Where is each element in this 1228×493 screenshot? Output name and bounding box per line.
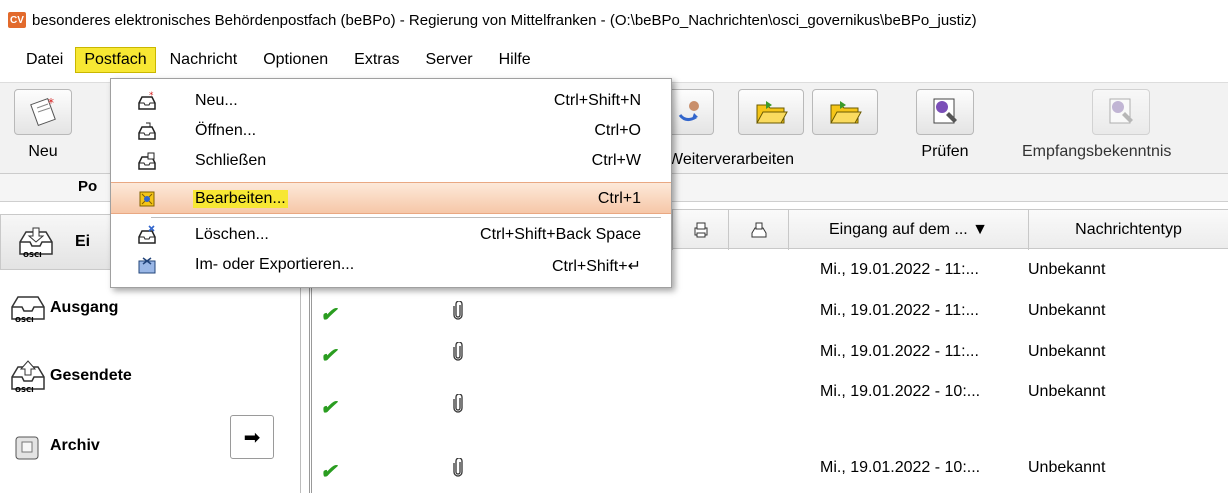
row-type: Unbekannt [1028,383,1106,400]
sidebar-item-label: Ei [75,233,91,250]
folder-open-button-1[interactable] [738,89,804,135]
menu-item-shortcut: Ctrl+Shift+N [553,92,641,109]
row-date: Mi., 19.01.2022 - 10:... [820,459,981,476]
menu-nachricht[interactable]: Nachricht [158,47,250,73]
svg-text:OSCI: OSCI [23,251,42,259]
check-icon: ✔ [320,397,337,419]
app-logo-icon: CV [8,12,26,28]
folder-open-icon [812,89,878,135]
edit-mailbox-icon [137,189,159,209]
row-type: Unbekannt [1028,261,1106,278]
postfach-dropdown-menu: * Neu... Ctrl+Shift+N Öffnen... Ctrl+O S… [110,78,672,288]
sidebar-item-label: Archiv [50,437,100,454]
menu-item-shortcut: Ctrl+1 [597,190,641,207]
verify-seal-icon [916,89,974,135]
delete-mailbox-icon [137,225,159,245]
menu-item-shortcut: Ctrl+Shift+↵ [552,258,641,275]
menu-postfach[interactable]: Postfach [75,47,156,73]
acknowledgement-icon [1092,89,1150,135]
sidebar-item-archiv[interactable]: Archiv [8,424,100,468]
title-bar: CV besonderes elektronisches Behördenpos… [0,0,1228,40]
column-nachrichtentyp[interactable]: Nachrichtentyp [1028,210,1228,250]
menu-extras[interactable]: Extras [342,47,411,73]
move-to-archive-button[interactable]: ➡ [230,415,274,459]
folder-open-icon [738,89,804,135]
attachment-icon [452,393,464,419]
menu-hilfe[interactable]: Hilfe [487,47,543,73]
pruefen-button[interactable]: Prüfen [916,89,974,161]
row-date: Mi., 19.01.2022 - 11:... [820,302,979,319]
sidebar-item-gesendete[interactable]: OSCI Gesendete [8,354,132,398]
open-mailbox-icon [137,121,159,141]
empfangsbekenntnis-label: Empfangsbekenntnis [1022,143,1172,160]
forward-button[interactable] [668,89,714,135]
menu-item-label: Im- oder Exportieren... [195,256,355,273]
menu-server[interactable]: Server [413,47,484,73]
arrow-right-icon: ➡ [243,426,261,449]
folder-open-button-2[interactable] [812,89,878,135]
menu-item-schliessen[interactable]: Schließen Ctrl+W [111,147,671,175]
menu-item-bearbeiten[interactable]: Bearbeiten... Ctrl+1 [111,182,671,214]
tab-postfach[interactable]: Po [78,178,97,195]
menu-item-import-export[interactable]: Im- oder Exportieren... Ctrl+Shift+↵ [111,251,671,279]
svg-text:*: * [149,91,154,101]
new-mailbox-icon: * [137,91,159,111]
menu-bar: Datei Postfach Nachricht Optionen Extras… [0,43,1228,77]
check-icon: ✔ [320,304,337,326]
menu-item-label: Löschen... [195,226,269,243]
row-type: Unbekannt [1028,302,1106,319]
menu-datei[interactable]: Datei [14,47,75,73]
row-type: Unbekannt [1028,459,1106,476]
app-window: CV besonderes elektronisches Behördenpos… [0,0,1228,493]
svg-text:OSCI: OSCI [15,386,34,394]
table-row[interactable]: ✔ Mi., 19.01.2022 - 11:... Unbekannt [312,292,1228,332]
weiterverarbeiten-label[interactable]: Weiterverarbeiten [668,151,794,169]
menu-item-neu[interactable]: * Neu... Ctrl+Shift+N [111,87,671,115]
sidebar-item-label: Gesendete [50,367,132,384]
menu-item-oeffnen[interactable]: Öffnen... Ctrl+O [111,117,671,145]
menu-item-label: Öffnen... [195,122,257,139]
table-row[interactable]: ✔ Mi., 19.01.2022 - 10:... Unbekannt [312,449,1228,489]
menu-item-label: Neu... [195,92,238,109]
sidebar-item-ausgang[interactable]: OSCI Ausgang [8,286,118,330]
empfangsbekenntnis-button[interactable]: Empfangsbekenntnis [1022,89,1171,161]
close-mailbox-icon [137,151,159,171]
menu-optionen[interactable]: Optionen [251,47,340,73]
row-date: Mi., 19.01.2022 - 10:... [820,383,981,400]
check-icon: ✔ [320,461,337,483]
new-button[interactable]: * Neu [14,89,72,161]
menu-item-shortcut: Ctrl+O [594,122,641,139]
printer-icon[interactable] [672,210,728,250]
forward-person-icon [668,89,714,135]
check-icon: ✔ [320,345,337,367]
menu-item-shortcut: Ctrl+W [591,152,641,169]
column-nachrichtentyp-label: Nachrichtentyp [1075,221,1182,238]
column-eingang[interactable]: Eingang auf dem ... ▼ [788,210,1028,250]
sidebar-item-label: Ausgang [50,299,119,316]
row-type: Unbekannt [1028,343,1106,360]
menu-item-shortcut: Ctrl+Shift+Back Space [480,226,641,243]
row-date: Mi., 19.01.2022 - 11:... [820,261,979,278]
row-date: Mi., 19.01.2022 - 11:... [820,343,979,360]
inbox-icon: OSCI [9,220,63,264]
table-row[interactable]: ✔ Mi., 19.01.2022 - 11:... Unbekannt [312,333,1228,373]
table-row[interactable]: ✔ Mi., 19.01.2022 - 10:... Unbekannt [312,383,1228,425]
attachment-icon [452,457,464,483]
attachment-icon [452,300,464,326]
menu-item-loeschen[interactable]: Löschen... Ctrl+Shift+Back Space [111,221,671,249]
menu-item-label: Bearbeiten... [193,190,288,208]
menu-separator [151,217,661,218]
outbox-tray-icon[interactable] [728,210,788,250]
import-export-icon [137,255,159,275]
new-document-icon: * [14,89,72,135]
svg-text:OSCI: OSCI [15,316,34,324]
attachment-icon [452,341,464,367]
column-eingang-label: Eingang auf dem ... ▼ [828,221,989,238]
pruefen-label: Prüfen [921,143,969,160]
menu-item-label: Schließen [195,152,267,169]
new-button-label: Neu [28,143,58,160]
window-title: besonderes elektronisches Behördenpostfa… [32,11,977,29]
svg-text:*: * [48,96,54,110]
